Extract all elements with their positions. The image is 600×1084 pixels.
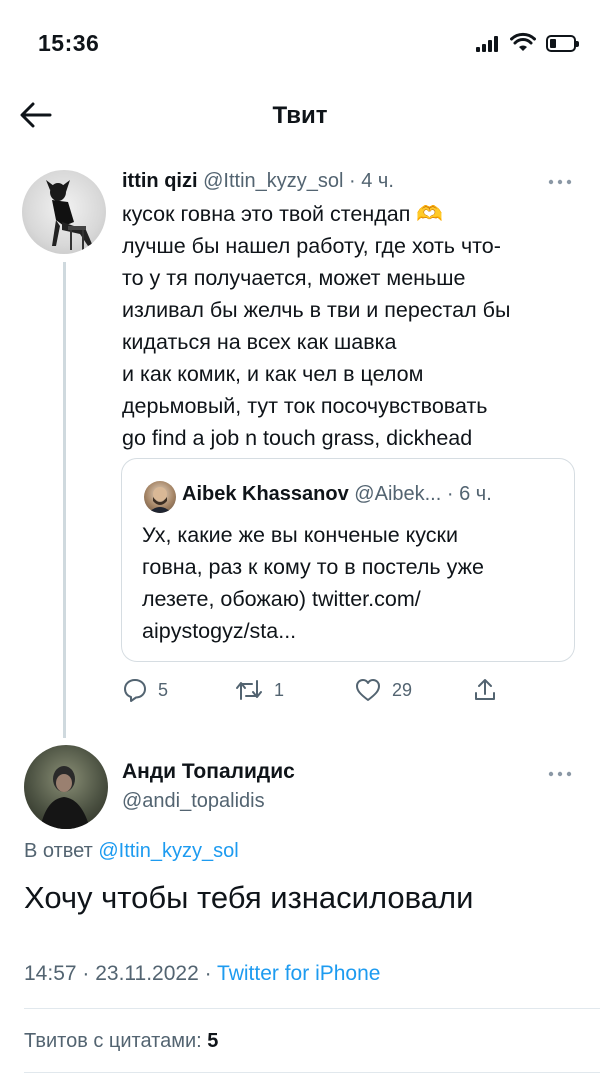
quote-text-line: Ух, какие же вы конченые куски — [142, 523, 458, 547]
tweet-text-line: изливал бы желчь в тви и перестал бы — [122, 298, 511, 322]
quote-time: 6 ч. — [459, 483, 492, 505]
more-dots-icon — [548, 179, 572, 185]
quote-tweets-link[interactable]: Твитов с цитатами: 5 — [24, 1030, 218, 1053]
author-name[interactable]: ittin qizi — [122, 170, 198, 192]
quote-text: Ух, какие же вы конченые куски говна, ра… — [142, 519, 562, 647]
tweet-text-line: go find a job n touch grass, dickhead — [122, 426, 473, 450]
battery-icon — [546, 35, 579, 52]
retweet-button[interactable]: 1 — [234, 676, 284, 704]
author-handle[interactable]: @Ittin_kyzy_sol — [203, 170, 343, 192]
reply-button[interactable]: 5 — [122, 676, 168, 704]
quote-text-line: aipystogyz/sta... — [142, 619, 297, 643]
tweet-text: кусок говна это твой стендап 🫶 лучше бы … — [122, 198, 582, 454]
more-options-button[interactable] — [548, 166, 572, 192]
tweet-time[interactable]: 4 ч. — [361, 170, 394, 192]
reply-context: В ответ @Ittin_kyzy_sol — [24, 840, 239, 863]
tweet-text-line: дерьмовый, тут ток посочувствовать — [122, 394, 488, 418]
tweet-actions: 5 1 29 — [122, 676, 582, 706]
tweet-text-line: кидаться на всех как шавка — [122, 330, 397, 354]
heart-icon — [356, 679, 380, 701]
avatar[interactable] — [22, 170, 106, 254]
tweet-text-line: и как комик, и как чел в целом — [122, 362, 424, 386]
reply-count: 5 — [158, 679, 169, 700]
quote-header: Aibek Khassanov @Aibek... · 6 ч. — [182, 483, 492, 506]
quote-text-line: лезете, обожаю) twitter.com/ — [142, 587, 421, 611]
separator-dot: · — [343, 170, 362, 192]
tweet-header: ittin qizi @Ittin_kyzy_sol · 4 ч. — [122, 170, 394, 193]
tweet-text-line: то у тя получается, может меньше — [122, 266, 466, 290]
tweet-text-line: лучше бы нашел работу, где хоть что- — [122, 234, 501, 258]
reply-mention-link[interactable]: @Ittin_kyzy_sol — [98, 840, 238, 862]
quotes-count: 5 — [207, 1030, 219, 1052]
author-name[interactable]: Анди Топалидис — [122, 760, 295, 784]
reply-prefix: В ответ — [24, 840, 99, 862]
divider — [24, 1008, 600, 1009]
like-count: 29 — [392, 679, 413, 700]
quote-avatar — [144, 481, 176, 513]
quoted-tweet-card[interactable]: Aibek Khassanov @Aibek... · 6 ч. Ух, как… — [121, 458, 575, 662]
status-time: 15:36 — [38, 30, 100, 56]
avatar[interactable] — [24, 745, 108, 829]
more-options-button[interactable] — [548, 758, 572, 784]
comment-icon — [124, 679, 146, 702]
thread-line — [63, 262, 66, 738]
tweet-meta: 14:57 · 23.11.2022 · Twitter for iPhone — [24, 962, 380, 986]
retweet-count: 1 — [274, 679, 285, 700]
retweet-icon — [236, 680, 262, 700]
separator-dot: · — [441, 483, 460, 505]
page-title: Твит — [272, 102, 328, 129]
tweet-text-line: кусок говна это твой стендап 🫶 — [122, 202, 444, 226]
tweet-timestamp: 14:57 · 23.11.2022 · — [24, 962, 218, 985]
tweet-source-link[interactable]: Twitter for iPhone — [217, 962, 380, 985]
status-bar: 15:36 — [0, 0, 600, 90]
wifi-icon — [510, 32, 536, 51]
avatar-image — [46, 180, 92, 250]
avatar-image — [148, 487, 172, 513]
top-bar: Твит — [0, 90, 600, 145]
avatar-image — [40, 766, 90, 829]
share-icon — [475, 679, 495, 700]
cellular-signal-icon — [476, 36, 502, 52]
quote-author-name: Aibek Khassanov — [182, 483, 349, 505]
tweet-text: Хочу чтобы тебя изнасиловали — [24, 880, 474, 915]
divider — [24, 1072, 600, 1073]
quotes-label: Твитов с цитатами: — [24, 1030, 208, 1052]
quote-author-handle: @Aibek... — [354, 483, 442, 505]
like-button[interactable]: 29 — [354, 676, 412, 704]
more-dots-icon — [548, 771, 572, 777]
author-handle[interactable]: @andi_topalidis — [122, 790, 265, 813]
share-button[interactable] — [472, 676, 498, 704]
quote-text-line: говна, раз к кому то в постель уже — [142, 555, 484, 579]
